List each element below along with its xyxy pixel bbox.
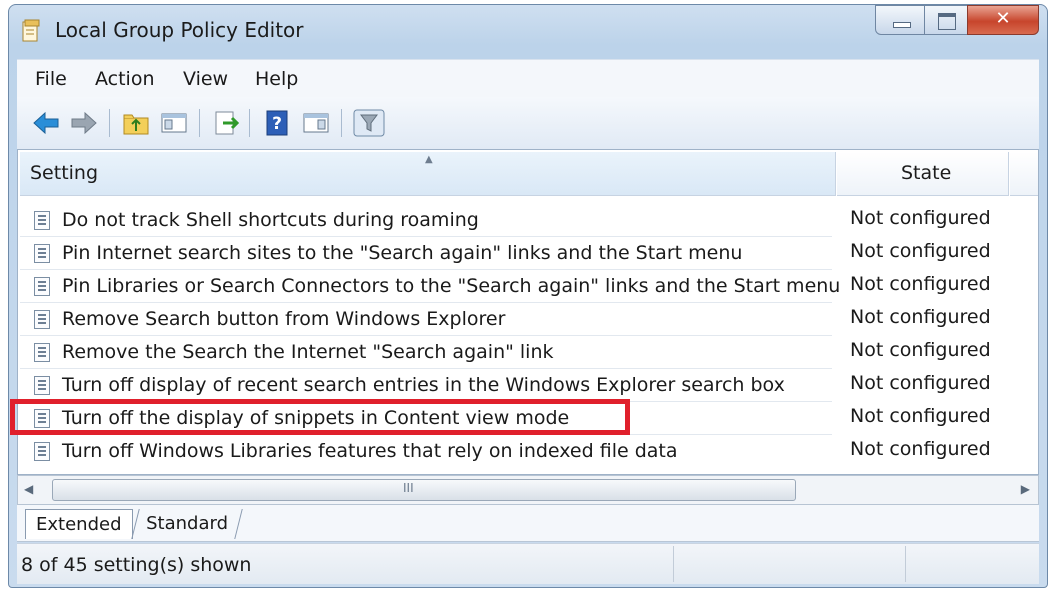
toolbar: ? bbox=[17, 97, 1039, 150]
table-row[interactable]: Pin Internet search sites to the "Search… bbox=[20, 237, 1036, 270]
setting-name: Pin Internet search sites to the "Search… bbox=[62, 242, 743, 264]
close-icon: ✕ bbox=[995, 8, 1011, 29]
row-divider bbox=[20, 335, 832, 336]
setting-state: Not configured bbox=[850, 339, 991, 361]
scroll-right-icon[interactable]: ▶ bbox=[1021, 482, 1030, 496]
status-text: 8 of 45 setting(s) shown bbox=[21, 554, 252, 576]
table-row[interactable]: Remove Search button from Windows Explor… bbox=[20, 303, 1036, 336]
setting-state: Not configured bbox=[850, 306, 991, 328]
menu-file[interactable]: File bbox=[35, 68, 67, 90]
row-divider bbox=[20, 236, 832, 237]
status-divider bbox=[905, 546, 906, 582]
table-row[interactable]: Do not track Shell shortcuts during roam… bbox=[20, 204, 1036, 237]
setting-state: Not configured bbox=[850, 240, 991, 262]
minimize-button[interactable] bbox=[875, 5, 925, 35]
setting-name: Turn off display of recent search entrie… bbox=[62, 374, 785, 396]
maximize-button[interactable] bbox=[924, 5, 968, 35]
column-header-label: Setting bbox=[30, 162, 99, 184]
tab-standard[interactable]: Standard bbox=[131, 509, 243, 539]
toolbar-separator bbox=[341, 109, 342, 137]
title-bar[interactable]: Local Group Policy Editor ✕ bbox=[9, 5, 1047, 55]
table-row[interactable]: Turn off display of recent search entrie… bbox=[20, 369, 1036, 402]
menu-help[interactable]: Help bbox=[255, 68, 298, 90]
highlight-box bbox=[10, 399, 630, 435]
policy-setting-icon bbox=[34, 244, 50, 263]
setting-state: Not configured bbox=[850, 405, 991, 427]
setting-name: Turn off Windows Libraries features that… bbox=[62, 440, 678, 462]
scrollbar-grip: III bbox=[403, 481, 414, 495]
row-divider bbox=[20, 269, 832, 270]
policy-editor-icon bbox=[22, 19, 40, 42]
table-row[interactable]: Pin Libraries or Search Connectors to th… bbox=[20, 270, 1036, 303]
horizontal-scrollbar[interactable]: ◀ III ▶ bbox=[17, 475, 1039, 505]
show-hide-action-pane-icon[interactable] bbox=[301, 109, 331, 137]
policy-setting-icon bbox=[34, 211, 50, 230]
svg-text:?: ? bbox=[272, 114, 282, 134]
toolbar-separator bbox=[249, 109, 250, 137]
setting-name: Remove the Search the Internet "Search a… bbox=[62, 341, 554, 363]
policy-setting-icon bbox=[34, 310, 50, 329]
status-bar: 8 of 45 setting(s) shown bbox=[17, 543, 1039, 584]
export-list-icon[interactable] bbox=[211, 109, 241, 137]
setting-name: Pin Libraries or Search Connectors to th… bbox=[62, 275, 841, 297]
table-row[interactable]: Remove the Search the Internet "Search a… bbox=[20, 336, 1036, 369]
up-folder-icon[interactable] bbox=[121, 109, 151, 137]
row-divider bbox=[20, 368, 832, 369]
setting-state: Not configured bbox=[850, 372, 991, 394]
status-divider bbox=[673, 546, 674, 582]
column-header-state[interactable]: State bbox=[837, 152, 1009, 196]
forward-arrow-icon[interactable] bbox=[69, 109, 99, 137]
menu-action[interactable]: Action bbox=[95, 68, 155, 90]
policy-setting-icon bbox=[34, 376, 50, 395]
policy-setting-icon bbox=[34, 343, 50, 362]
setting-state: Not configured bbox=[850, 273, 991, 295]
column-header-label: State bbox=[901, 162, 952, 184]
scroll-left-icon[interactable]: ◀ bbox=[24, 482, 33, 496]
toolbar-separator bbox=[199, 109, 200, 137]
window-title: Local Group Policy Editor bbox=[55, 18, 304, 42]
setting-state: Not configured bbox=[850, 207, 991, 229]
row-divider bbox=[20, 302, 832, 303]
column-header-filler bbox=[1010, 152, 1038, 196]
view-tabs: Extended Standard bbox=[17, 505, 1039, 542]
close-button[interactable]: ✕ bbox=[967, 5, 1039, 35]
table-row[interactable]: Turn off Windows Libraries features that… bbox=[20, 435, 1036, 468]
help-icon[interactable]: ? bbox=[263, 109, 293, 137]
scrollbar-thumb[interactable]: III bbox=[52, 479, 796, 501]
menu-bar: File Action View Help bbox=[17, 59, 1039, 98]
filter-icon[interactable] bbox=[353, 109, 385, 137]
policy-setting-icon bbox=[34, 277, 50, 296]
show-hide-console-tree-icon[interactable] bbox=[159, 109, 189, 137]
toolbar-separator bbox=[109, 109, 110, 137]
tab-extended[interactable]: Extended bbox=[25, 509, 133, 539]
setting-name: Remove Search button from Windows Explor… bbox=[62, 308, 506, 330]
back-arrow-icon[interactable] bbox=[31, 109, 61, 137]
policy-setting-icon bbox=[34, 442, 50, 461]
column-header-setting[interactable]: ▲ Setting bbox=[20, 152, 836, 196]
tab-standard-label: Standard bbox=[146, 513, 229, 534]
setting-state: Not configured bbox=[850, 438, 991, 460]
app-window: Local Group Policy Editor ✕ File Action … bbox=[8, 4, 1048, 588]
menu-view[interactable]: View bbox=[183, 68, 228, 90]
sort-ascending-icon: ▲ bbox=[425, 154, 433, 165]
setting-name: Do not track Shell shortcuts during roam… bbox=[62, 209, 479, 231]
